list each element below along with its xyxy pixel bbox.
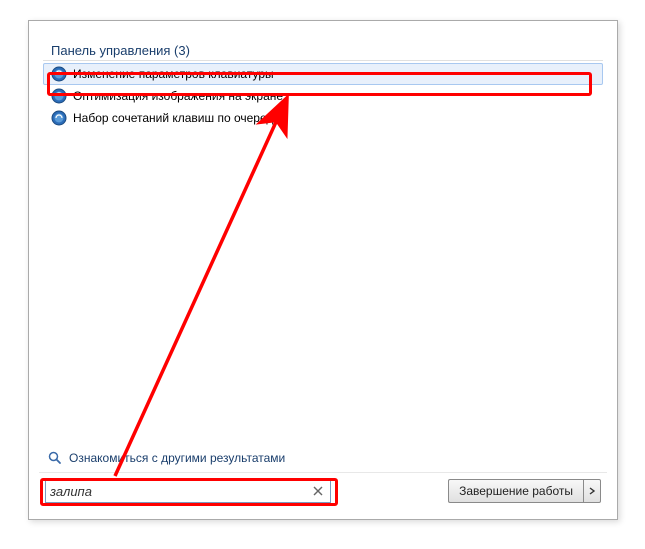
results-list: Изменение параметров клавиатуры Оптимиза… [43, 63, 603, 129]
result-label: Оптимизация изображения на экране [73, 89, 283, 103]
search-input[interactable] [50, 484, 310, 499]
more-results-link[interactable]: Ознакомиться с другими результатами [39, 444, 607, 472]
result-label: Набор сочетаний клавиш по очереди [73, 111, 280, 125]
results-area: Панель управления (3) Изменение параметр… [39, 31, 607, 444]
chevron-right-icon [588, 487, 596, 495]
search-icon [47, 450, 63, 466]
clear-search-icon[interactable] [310, 483, 326, 499]
accessibility-icon [51, 88, 67, 104]
search-results-window: Панель управления (3) Изменение параметр… [39, 31, 607, 509]
category-header: Панель управления (3) [43, 39, 603, 61]
shutdown-menu-arrow[interactable] [583, 479, 601, 503]
bottom-bar: Завершение работы [39, 472, 607, 509]
shutdown-split-button: Завершение работы [448, 479, 601, 503]
more-results-label: Ознакомиться с другими результатами [69, 451, 285, 465]
start-menu-panel: Панель управления (3) Изменение параметр… [28, 20, 618, 520]
accessibility-icon [51, 110, 67, 126]
result-item-sticky-keys[interactable]: Набор сочетаний клавиш по очереди [43, 107, 603, 129]
result-item-keyboard-settings[interactable]: Изменение параметров клавиатуры [43, 63, 603, 85]
shutdown-button[interactable]: Завершение работы [448, 479, 583, 503]
result-label: Изменение параметров клавиатуры [73, 67, 274, 81]
result-item-optimize-display[interactable]: Оптимизация изображения на экране [43, 85, 603, 107]
accessibility-icon [51, 66, 67, 82]
search-box[interactable] [45, 479, 331, 503]
shutdown-label: Завершение работы [459, 484, 573, 498]
